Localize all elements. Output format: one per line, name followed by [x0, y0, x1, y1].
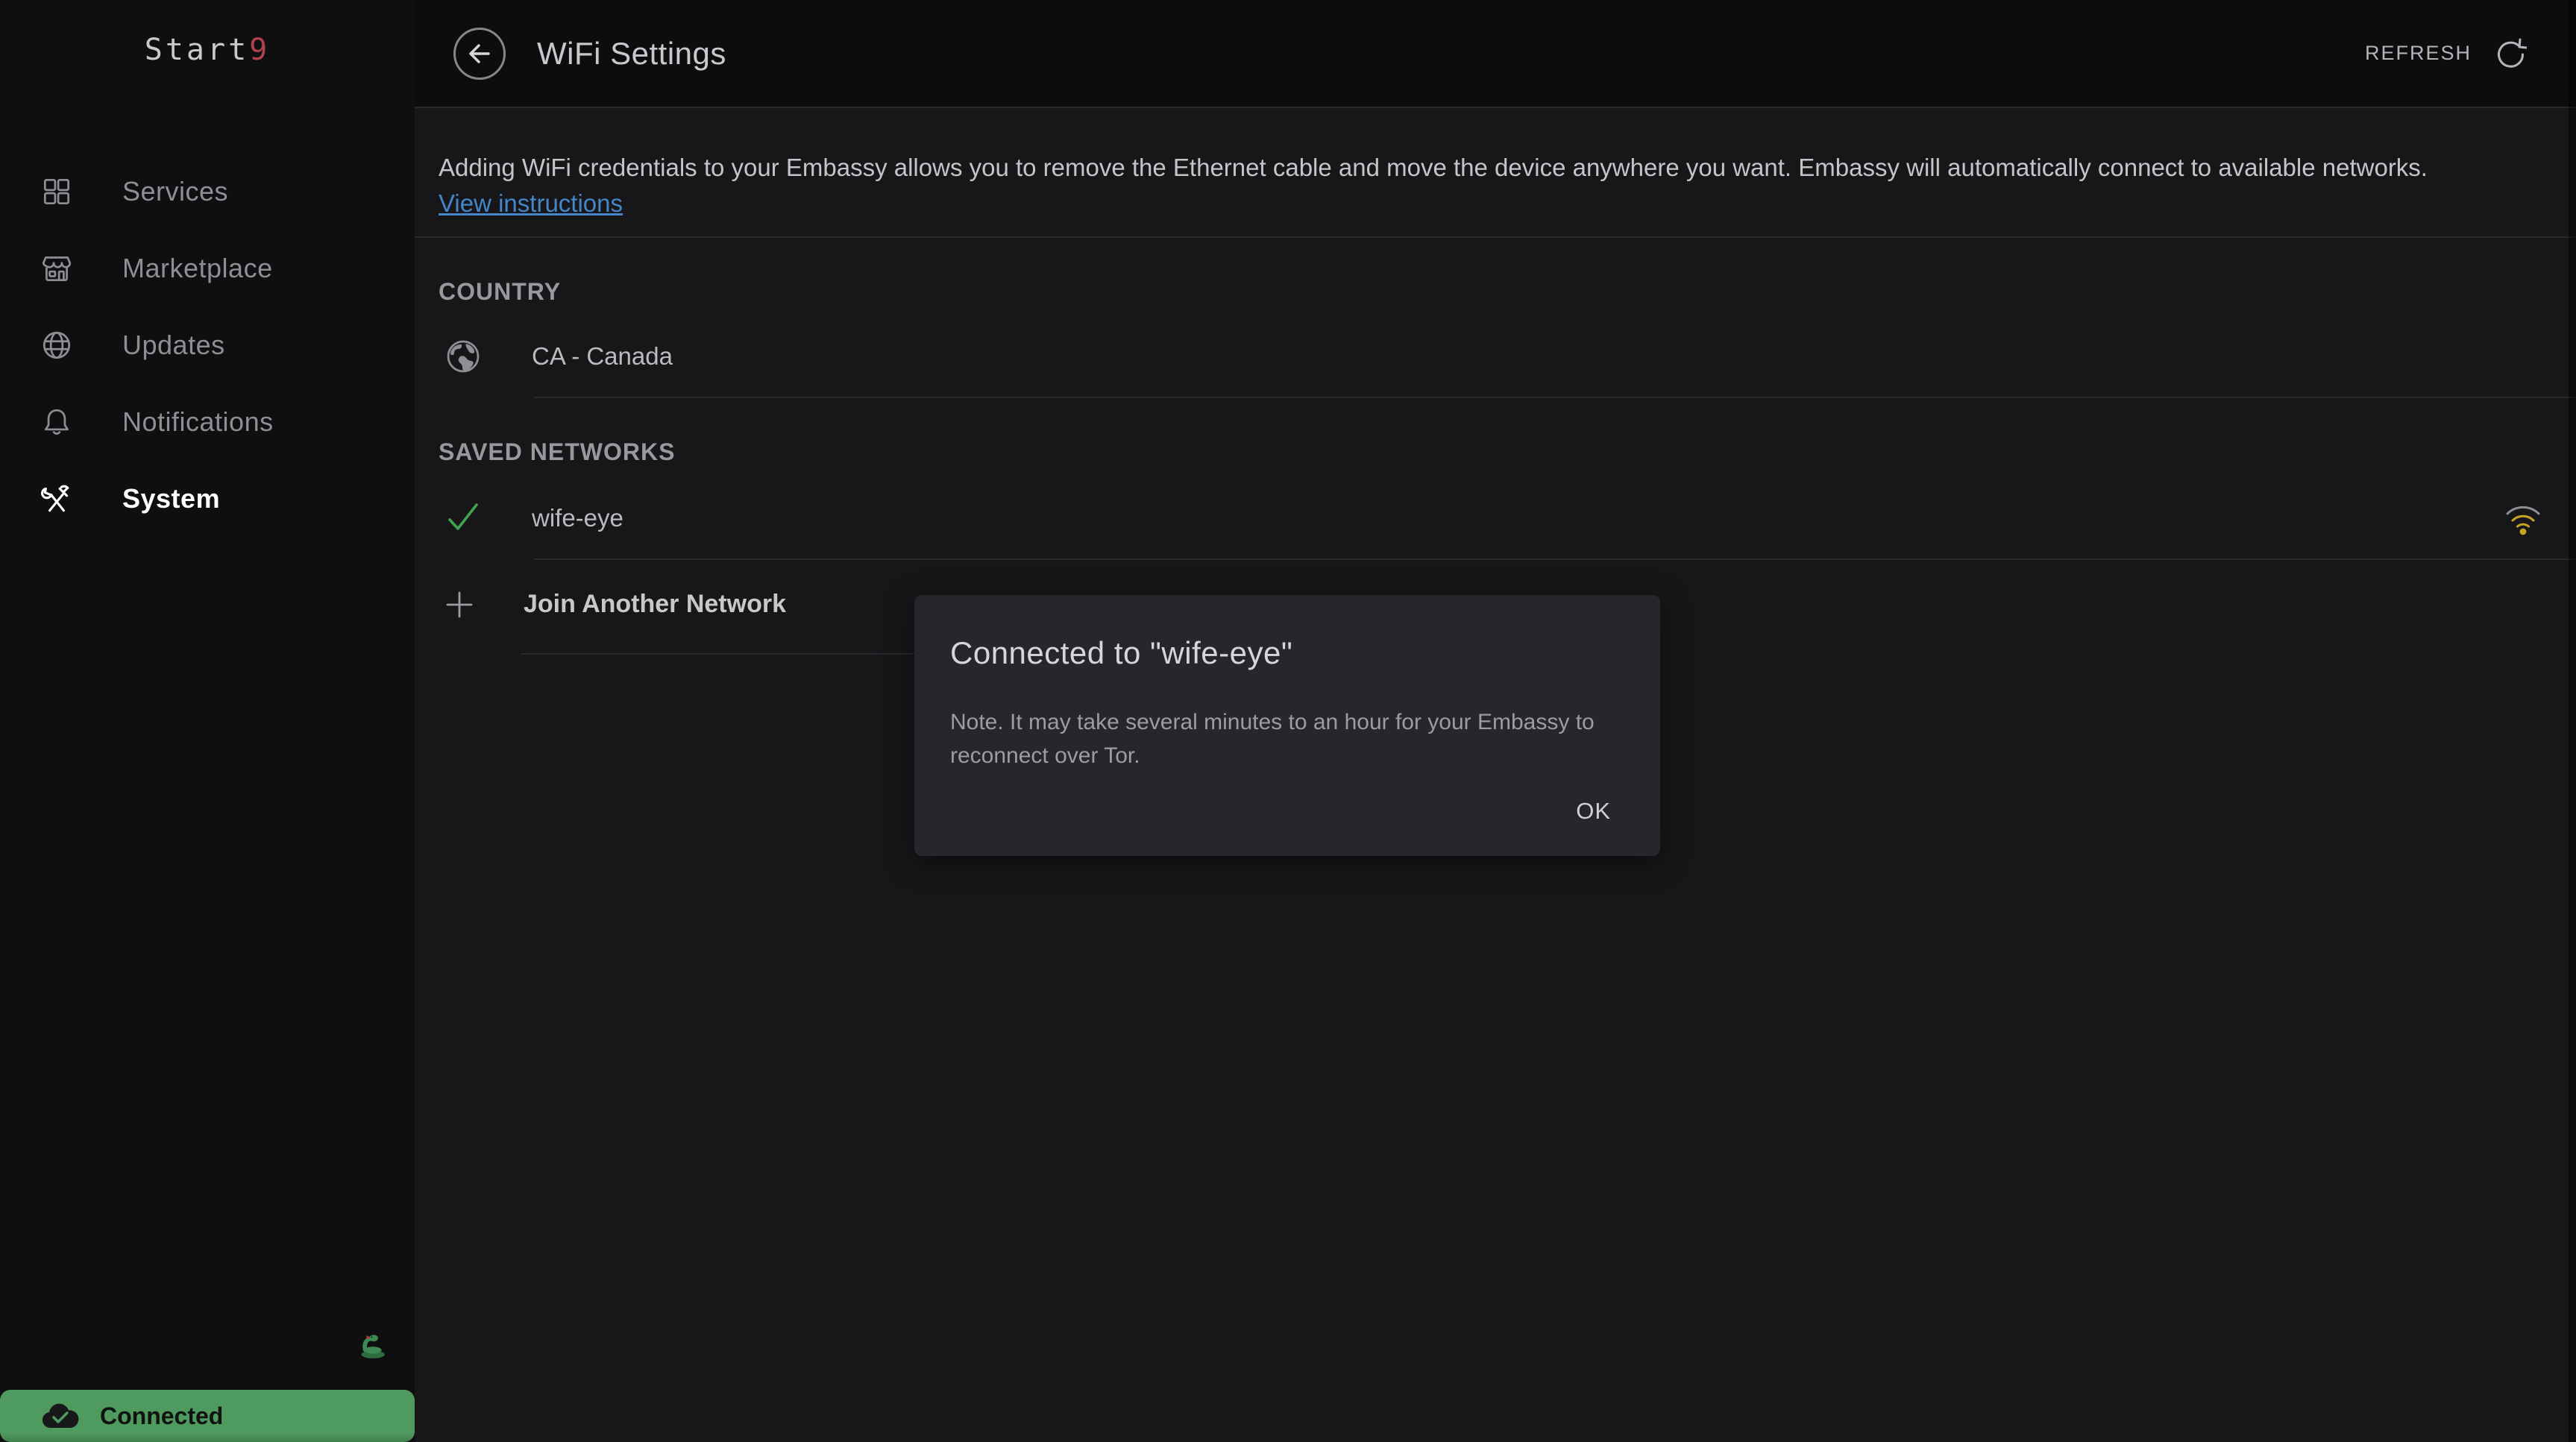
country-value: CA - Canada — [532, 342, 673, 371]
bell-icon — [40, 405, 74, 439]
status-bar: Connected — [0, 1390, 415, 1442]
sidebar-item-label: Marketplace — [122, 253, 273, 284]
refresh-icon — [2492, 37, 2527, 71]
intro-text: Adding WiFi credentials to your Embassy … — [415, 110, 2467, 221]
globe-icon — [40, 328, 74, 362]
sidebar-item-notifications[interactable]: Notifications — [0, 383, 415, 460]
check-icon — [444, 499, 483, 538]
join-another-network-label: Join Another Network — [524, 590, 786, 619]
refresh-label: REFRESH — [2365, 42, 2472, 65]
dialog-title: Connected to "wife-eye" — [950, 635, 1621, 671]
ok-button[interactable]: OK — [1565, 790, 1621, 832]
view-instructions-link[interactable]: View instructions — [439, 189, 623, 217]
grid-icon — [40, 174, 74, 209]
arrow-left-icon — [465, 40, 494, 68]
sidebar-item-label: Updates — [122, 330, 225, 361]
alert-dialog: Connected to "wife-eye" Note. It may tak… — [914, 595, 1660, 856]
sidebar-item-updates[interactable]: Updates — [0, 306, 415, 383]
saved-networks-section-label: SAVED NETWORKS — [439, 438, 2576, 466]
wifi-settings-screen: Start9 Services Marketplace — [0, 0, 2576, 1442]
snake-icon — [356, 1329, 387, 1360]
scrollbar-track[interactable] — [2569, 0, 2576, 1442]
logo-accent: 9 — [249, 33, 270, 67]
sidebar-item-label: System — [122, 483, 220, 514]
network-row-left: wife-eye — [444, 499, 623, 538]
divider — [521, 653, 916, 655]
tools-icon — [40, 482, 74, 516]
divider — [534, 558, 2576, 560]
country-section-label: COUNTRY — [439, 278, 2576, 306]
network-ssid: wife-eye — [532, 504, 623, 532]
cloud-check-icon — [39, 1401, 81, 1431]
country-row[interactable]: CA - Canada — [444, 337, 2576, 376]
sidebar: Start9 Services Marketplace — [0, 0, 415, 1442]
earth-icon — [444, 337, 483, 376]
network-row-wife-eye[interactable]: wife-eye — [444, 499, 2576, 538]
logo-text: Start — [145, 33, 249, 67]
dialog-body: Note. It may take several minutes to an … — [950, 705, 1621, 772]
sidebar-nav: Services Marketplace Updates — [0, 153, 415, 537]
back-button[interactable] — [453, 28, 506, 80]
sidebar-item-system[interactable]: System — [0, 460, 415, 537]
plus-icon — [445, 591, 474, 619]
status-label: Connected — [100, 1402, 223, 1430]
divider — [534, 397, 2576, 398]
sidebar-item-label: Notifications — [122, 406, 274, 438]
refresh-button[interactable]: REFRESH — [2365, 37, 2527, 71]
start9-logo: Start9 — [0, 33, 415, 67]
wifi-signal-icon — [2503, 500, 2543, 537]
page-title: WiFi Settings — [537, 36, 726, 72]
divider — [415, 236, 2576, 238]
intro-description: Adding WiFi credentials to your Embassy … — [439, 154, 2428, 181]
sidebar-item-services[interactable]: Services — [0, 153, 415, 230]
storefront-icon — [40, 251, 74, 286]
header: WiFi Settings REFRESH — [415, 0, 2576, 108]
sidebar-item-label: Services — [122, 176, 228, 207]
sidebar-item-marketplace[interactable]: Marketplace — [0, 230, 415, 306]
